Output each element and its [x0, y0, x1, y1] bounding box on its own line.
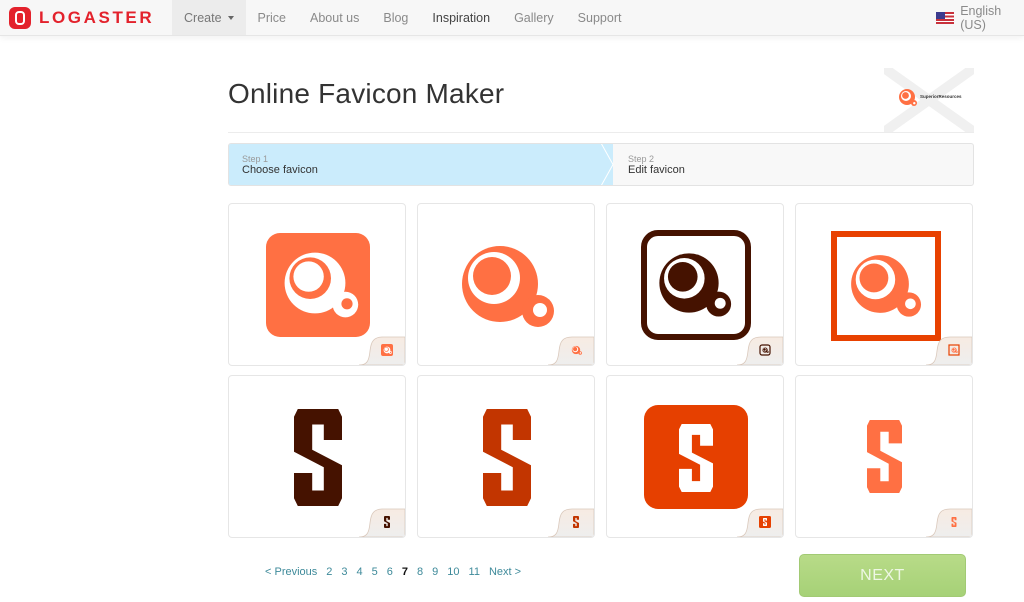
tab-favicon-icon [384, 516, 390, 528]
previous-page-link[interactable]: < Previous [265, 566, 317, 578]
bubble-logo-icon [899, 89, 917, 106]
pagination: < Previous 2 3 4 5 6 7 8 9 10 11 Next > [265, 566, 530, 578]
tab-favicon-icon [381, 344, 393, 356]
page-link[interactable]: 3 [341, 566, 347, 578]
brand-name: LOGASTER [39, 7, 155, 27]
page-link[interactable]: 2 [326, 566, 332, 578]
us-flag-icon [936, 11, 955, 24]
nav-item-label: Blog [383, 10, 409, 25]
step-number: Step 1 [242, 154, 269, 164]
page-link[interactable]: 9 [432, 566, 438, 578]
page-link[interactable]: 6 [387, 566, 393, 578]
step-progress: Step 1 Choose favicon Step 2 Edit favico… [228, 143, 974, 186]
nav-item-about-us[interactable]: About us [298, 0, 371, 35]
nav-item-gallery[interactable]: Gallery [502, 0, 566, 35]
tab-favicon-icon [573, 516, 579, 528]
tab-favicon-icon [571, 345, 582, 355]
page-title: Online Favicon Maker [228, 78, 505, 109]
chevron-down-icon [227, 15, 234, 20]
nav-item-label: Inspiration [432, 10, 491, 25]
sponsor-logo: SuperiorResources [884, 68, 974, 132]
nav-item-support[interactable]: Support [566, 0, 634, 35]
step-label: Choose favicon [242, 164, 318, 176]
logaster-logo[interactable]: LOGASTER [0, 0, 172, 35]
favicon-option[interactable] [417, 375, 595, 538]
favicon-option[interactable] [228, 203, 406, 366]
page-link[interactable]: 5 [372, 566, 378, 578]
step-label: Edit favicon [628, 164, 685, 176]
main-menu: Create Price About us Blog Inspiration G… [172, 0, 633, 35]
nav-item-label: Gallery [514, 10, 554, 25]
tab-favicon-icon [948, 344, 960, 356]
next-page-link[interactable]: Next > [489, 566, 521, 578]
sponsor-name: SuperiorResources [920, 94, 962, 99]
page-link[interactable]: 11 [469, 566, 480, 578]
favicon-option[interactable] [417, 203, 595, 366]
nav-item-create[interactable]: Create [172, 0, 246, 35]
page-link[interactable]: 8 [417, 566, 423, 578]
page-link[interactable]: 10 [447, 566, 459, 578]
step-arrow-icon [599, 144, 614, 185]
nav-item-inspiration[interactable]: Inspiration [420, 0, 502, 35]
nav-item-blog[interactable]: Blog [371, 0, 420, 35]
nav-item-price[interactable]: Price [246, 0, 298, 35]
language-label: English (US) [960, 3, 1002, 32]
page-link[interactable]: 4 [357, 566, 363, 578]
nav-item-label: Support [577, 10, 622, 25]
step-number: Step 2 [628, 154, 655, 164]
favicon-option[interactable] [795, 203, 973, 366]
language-selector[interactable]: English (US) [936, 0, 1024, 35]
favicon-option[interactable] [606, 375, 784, 538]
tab-favicon-icon [951, 517, 957, 527]
favicon-grid [228, 203, 974, 538]
favicon-option[interactable] [228, 375, 406, 538]
step-1[interactable]: Step 1 Choose favicon [229, 144, 613, 185]
nav-item-label: Price [257, 10, 287, 25]
tab-favicon-icon [759, 344, 771, 356]
next-button[interactable]: NEXT [799, 554, 966, 597]
tab-favicon-icon [759, 516, 771, 528]
header-divider [228, 132, 974, 133]
favicon-option[interactable] [795, 375, 973, 538]
current-page: 7 [401, 566, 409, 578]
nav-item-label: About us [310, 10, 360, 25]
nav-item-label: Create [184, 10, 222, 25]
logaster-logo-icon [9, 6, 31, 29]
favicon-option[interactable] [606, 203, 784, 366]
top-navigation: LOGASTER Create Price About us Blog Insp… [0, 0, 1024, 36]
